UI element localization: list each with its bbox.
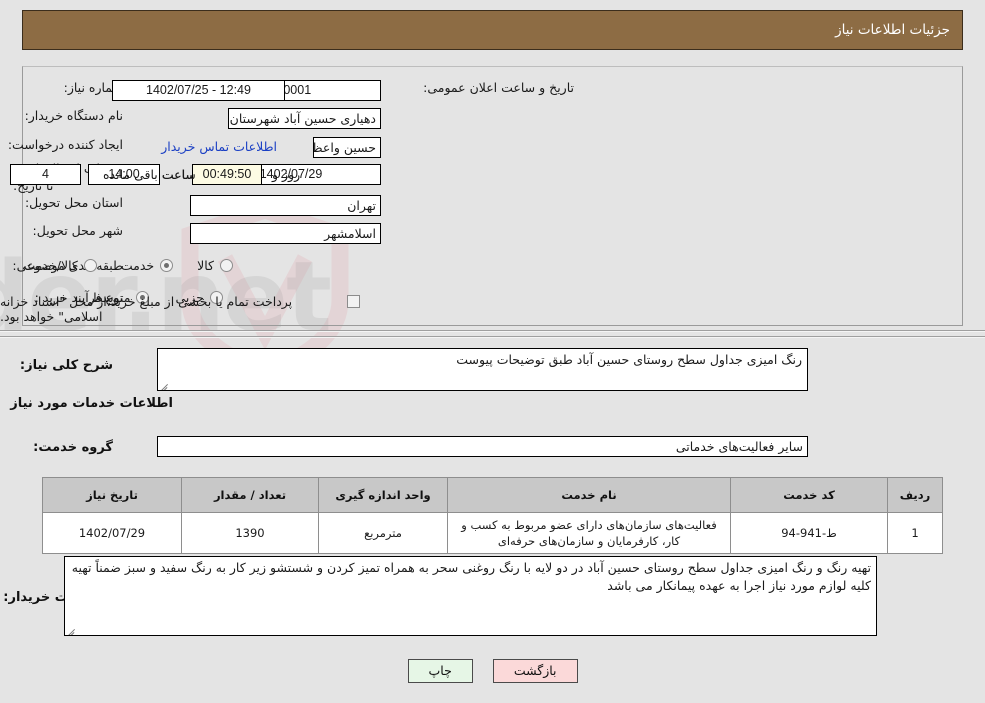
cell-quantity: 1390 (181, 512, 319, 554)
cell-need-date: 1402/07/29 (42, 512, 182, 554)
th-service-code: کد خدمت (730, 477, 888, 513)
th-unit: واحد اندازه گیری (318, 477, 448, 513)
city-label-group: شهر محل تحویل: (33, 223, 123, 238)
province-label-group: استان محل تحویل: (25, 195, 123, 210)
need-info-panel (22, 66, 963, 326)
window-titlebar: جزئیات اطلاعات نیاز (22, 10, 963, 50)
page-title: جزئیات اطلاعات نیاز (835, 22, 950, 38)
province-value[interactable]: تهران (190, 195, 381, 216)
service-group-label: گروه خدمت: (33, 440, 113, 455)
requester-label-group: ایجاد کننده درخواست: (8, 137, 123, 152)
cell-row-index: 1 (887, 512, 943, 554)
table-header-row: ردیف کد خدمت نام خدمت واحد اندازه گیری ت… (42, 477, 943, 513)
remaining-days-value[interactable]: 4 (10, 164, 81, 185)
service-group-value[interactable]: سایر فعالیت‌های خدماتی (157, 436, 808, 457)
announce-date-label: تاریخ و ساعت اعلان عمومی: (423, 80, 574, 95)
buyer-contact-link[interactable]: اطلاعات تماس خریدار (161, 139, 277, 154)
resize-grip-icon (67, 624, 77, 635)
buyer-org-label-group: نام دستگاه خریدار: (25, 108, 123, 123)
table-row: 1 ط-941-94 فعالیت‌های سازمان‌های دارای ع… (42, 512, 943, 554)
services-table: ردیف کد خدمت نام خدمت واحد اندازه گیری ت… (42, 477, 943, 554)
countdown-timer-value: 00:49:50 (192, 164, 262, 185)
cell-service-name: فعالیت‌های سازمان‌های دارای عضو مربوط به… (447, 512, 731, 554)
buyer-org-value[interactable]: دهیاری حسین آباد شهرستان اسلامشهر (228, 108, 381, 129)
need-description-label: شرح کلی نیاز: (19, 358, 113, 373)
section-divider-top (0, 330, 985, 332)
cell-unit: مترمربع (318, 512, 448, 554)
back-button[interactable]: بازگشت (492, 659, 578, 683)
buyer-org-label: نام دستگاه خریدار: (24, 108, 123, 123)
radio-kala-khedmat-icon[interactable] (83, 259, 97, 272)
th-quantity: تعداد / مقدار (181, 477, 319, 513)
page-root: AriaTender.net جزئیات اطلاعات نیاز شماره… (0, 0, 985, 703)
remaining-days-suffix: روز و (272, 167, 301, 182)
need-description-value: رنگ امیزی جداول سطح روستای حسین آباد طبق… (456, 352, 802, 367)
radio-option-kala-khedmat[interactable]: کالا/خدمت (23, 258, 97, 273)
resize-grip-icon (160, 379, 170, 390)
services-section-heading: اطلاعات خدمات مورد نیاز (10, 396, 173, 411)
city-label: شهر محل تحویل: (32, 223, 123, 238)
print-button[interactable]: چاپ (407, 659, 473, 683)
announce-label-group: تاریخ و ساعت اعلان عمومی: (423, 80, 574, 95)
city-value[interactable]: اسلامشهر (190, 223, 381, 244)
requester-value[interactable]: حسین واعظی راننده دهیاری حسین آباد شهرست… (313, 137, 381, 158)
radio-option-khedmat[interactable]: خدمت (120, 258, 174, 273)
radio-kala-icon[interactable] (220, 259, 233, 272)
th-service-name: نام خدمت (447, 477, 731, 513)
need-description-textarea[interactable]: رنگ امیزی جداول سطح روستای حسین آباد طبق… (157, 348, 808, 391)
radio-khedmat-icon[interactable] (160, 259, 174, 272)
cell-service-code: ط-941-94 (730, 512, 888, 554)
action-button-row: بازگشت چاپ (0, 659, 985, 683)
buyer-notes-textarea[interactable]: تهیه رنگ و رنگ امیزی جداول سطح روستای حس… (64, 556, 877, 636)
radio-kala-label: کالا (197, 258, 214, 273)
requester-label: ایجاد کننده درخواست: (7, 137, 123, 152)
treasury-bonds-checkbox[interactable] (347, 295, 360, 308)
th-need-date: تاریخ نیاز (42, 477, 182, 513)
radio-option-kala[interactable]: کالا (197, 258, 233, 273)
category-radio-group: کالا خدمت کالا/خدمت (23, 258, 233, 273)
radio-kala-khedmat-label: کالا/خدمت (23, 258, 78, 273)
announce-date-value[interactable]: 1402/07/25 - 12:49 (112, 80, 285, 101)
buyer-notes-value: تهیه رنگ و رنگ امیزی جداول سطح روستای حس… (71, 560, 871, 593)
treasury-bonds-text: پرداخت تمام یا بخشی از مبلغ خرید،از محل … (0, 294, 293, 324)
radio-khedmat-label: خدمت (120, 258, 155, 273)
countdown-suffix: ساعت باقی مانده (103, 167, 196, 182)
province-label: استان محل تحویل: (24, 195, 123, 210)
section-divider-bottom (0, 336, 985, 338)
th-row-index: ردیف (887, 477, 943, 513)
